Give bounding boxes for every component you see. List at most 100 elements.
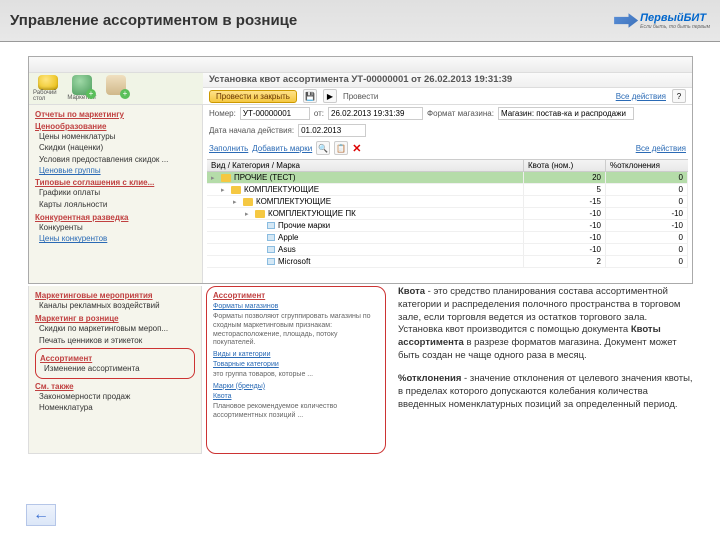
deviation-cell[interactable]: -10 — [606, 208, 688, 219]
tool-icon[interactable]: 🔍 — [316, 141, 330, 155]
folder-icon — [243, 198, 253, 206]
deviation-cell[interactable]: -10 — [606, 220, 688, 231]
quota-cell[interactable]: -10 — [524, 232, 606, 243]
sidebar-group[interactable]: Маркетинг в рознице — [35, 314, 195, 323]
sidebar-item[interactable]: Скидки по маркетинговым мероп... — [39, 324, 195, 334]
help-button[interactable]: ? — [672, 89, 686, 103]
quota-cell[interactable]: -15 — [524, 196, 606, 207]
toolbar-icon-marketing[interactable]: Маркетинг — [67, 75, 97, 102]
quota-cell[interactable]: 20 — [524, 172, 606, 183]
field-label: от: — [314, 109, 324, 118]
field-label: Формат магазина: — [427, 109, 494, 118]
twisty-icon[interactable]: ▸ — [233, 198, 240, 206]
panel-text: это группа товаров, которые ... — [213, 371, 379, 380]
app-titlebar — [29, 57, 692, 73]
date-input[interactable] — [328, 107, 423, 120]
folder-icon — [255, 210, 265, 218]
report-icon — [38, 75, 58, 90]
panel-text: Плановое рекомендуемое количество ассорт… — [213, 403, 379, 421]
twisty-icon[interactable]: ▸ — [221, 186, 228, 194]
panel-title: Ассортимент — [213, 291, 379, 300]
all-actions-link[interactable]: Все действия — [616, 92, 666, 101]
toolbar-icon-report[interactable]: Рабочий стол — [33, 75, 63, 102]
sidebar-item[interactable]: Закономерности продаж — [39, 392, 195, 402]
sidebar-item[interactable]: Карты лояльности — [39, 200, 196, 210]
quota-cell[interactable]: -10 — [524, 220, 606, 231]
col-header[interactable]: Квота (ном.) — [524, 160, 606, 171]
table-row[interactable]: Прочие марки-10-10 — [207, 220, 688, 232]
sidebar-group[interactable]: См. также — [35, 382, 195, 391]
quota-cell[interactable]: -10 — [524, 208, 606, 219]
sidebar-item[interactable]: Конкуренты — [39, 223, 196, 233]
toolbar-icon-box[interactable] — [101, 75, 131, 102]
deviation-cell[interactable]: 0 — [606, 184, 688, 195]
quota-cell[interactable]: 2 — [524, 256, 606, 267]
table-row[interactable]: ▸КОМПЛЕКТУЮЩИЕ ПК-10-10 — [207, 208, 688, 220]
twisty-icon[interactable]: ▸ — [211, 174, 218, 182]
field-label: Номер: — [209, 109, 236, 118]
sidebar-group[interactable]: Отчеты по маркетингу — [35, 110, 196, 119]
def-term: %отклонения — [398, 373, 461, 384]
tool-icon[interactable]: 📋 — [334, 141, 348, 155]
app-window: Рабочий стол Маркетинг Установка квот ас… — [28, 56, 693, 284]
back-button[interactable]: ← — [26, 504, 56, 526]
tree-cell: ▸КОМПЛЕКТУЮЩИЕ ПК — [207, 208, 524, 219]
slide-header: Управление ассортиментом в рознице Первы… — [0, 0, 720, 42]
sidebar-extension: Маркетинговые мероприятия Каналы рекламн… — [28, 286, 202, 454]
table-row[interactable]: Apple-100 — [207, 232, 688, 244]
sidebar-more[interactable]: Цены конкурентов — [39, 234, 196, 243]
sidebar-item[interactable]: Изменение ассортимента — [44, 364, 190, 374]
twisty-icon[interactable]: ▸ — [245, 210, 252, 218]
item-icon — [267, 222, 275, 229]
deviation-cell[interactable]: 0 — [606, 256, 688, 267]
post-close-button[interactable]: Провести и закрыть — [209, 90, 297, 103]
sidebar-group[interactable]: Ассортимент — [40, 354, 190, 363]
sidebar-group[interactable]: Маркетинговые мероприятия — [35, 291, 195, 300]
panel-link[interactable]: Товарные категории — [213, 361, 379, 368]
sidebar-item[interactable]: Цены номенклатуры — [39, 132, 196, 142]
table-row[interactable]: ▸ПРОЧИЕ (ТЕСТ)200 — [207, 172, 688, 184]
table-row[interactable]: Microsoft 20 — [207, 256, 688, 268]
deviation-cell[interactable]: 0 — [606, 172, 688, 183]
logo-text: ПервыйБИТ — [640, 12, 710, 24]
col-header[interactable]: Вид / Категория / Марка — [207, 160, 524, 171]
col-header[interactable]: %отклонения — [606, 160, 688, 171]
number-input[interactable] — [240, 107, 310, 120]
sidebar-more[interactable]: Ценовые группы — [39, 166, 196, 175]
sidebar-item[interactable]: Каналы рекламных воздействий — [39, 301, 195, 311]
delete-icon[interactable]: ✕ — [352, 142, 361, 155]
sidebar-group[interactable]: Ценообразование — [35, 122, 196, 131]
tree-cell: ▸ПРОЧИЕ (ТЕСТ) — [207, 172, 524, 183]
table-row[interactable]: Asus-100 — [207, 244, 688, 256]
all-actions-link[interactable]: Все действия — [636, 144, 686, 153]
format-input[interactable] — [498, 107, 634, 120]
sidebar-group[interactable]: Конкурентная разведка — [35, 213, 196, 222]
add-brands-link[interactable]: Добавить марки — [252, 144, 312, 153]
globe-icon — [72, 75, 92, 95]
fill-link[interactable]: Заполнить — [209, 144, 248, 153]
quota-cell[interactable]: -10 — [524, 244, 606, 255]
tree-cell: ▸КОМПЛЕКТУЮЩИЕ — [207, 184, 524, 195]
save-button[interactable]: 💾 — [303, 89, 317, 103]
panel-link[interactable]: Квота — [213, 393, 379, 400]
start-date-input[interactable] — [298, 124, 366, 137]
sidebar-group[interactable]: Типовые соглашения с клие... — [35, 178, 196, 187]
deviation-cell[interactable]: 0 — [606, 196, 688, 207]
sidebar-item[interactable]: Печать ценников и этикеток — [39, 336, 195, 346]
deviation-cell[interactable]: 0 — [606, 244, 688, 255]
panel-link[interactable]: Марки (бренды) — [213, 383, 379, 390]
post-button[interactable]: ▶ — [323, 89, 337, 103]
sidebar-item[interactable]: Условия предоставления скидок ... — [39, 155, 196, 165]
item-icon — [267, 258, 275, 265]
sidebar-item[interactable]: Графики оплаты — [39, 188, 196, 198]
deviation-cell[interactable]: 0 — [606, 232, 688, 243]
row-label: Microsoft — [278, 257, 310, 266]
table-row[interactable]: ▸КОМПЛЕКТУЮЩИЕ-150 — [207, 196, 688, 208]
panel-link[interactable]: Виды и категории — [213, 351, 379, 358]
folder-icon — [221, 174, 231, 182]
table-row[interactable]: ▸КОМПЛЕКТУЮЩИЕ50 — [207, 184, 688, 196]
sidebar-item[interactable]: Скидки (наценки) — [39, 143, 196, 153]
quota-cell[interactable]: 5 — [524, 184, 606, 195]
sidebar-item[interactable]: Номенклатура — [39, 403, 195, 413]
panel-link[interactable]: Форматы магазинов — [213, 303, 379, 310]
